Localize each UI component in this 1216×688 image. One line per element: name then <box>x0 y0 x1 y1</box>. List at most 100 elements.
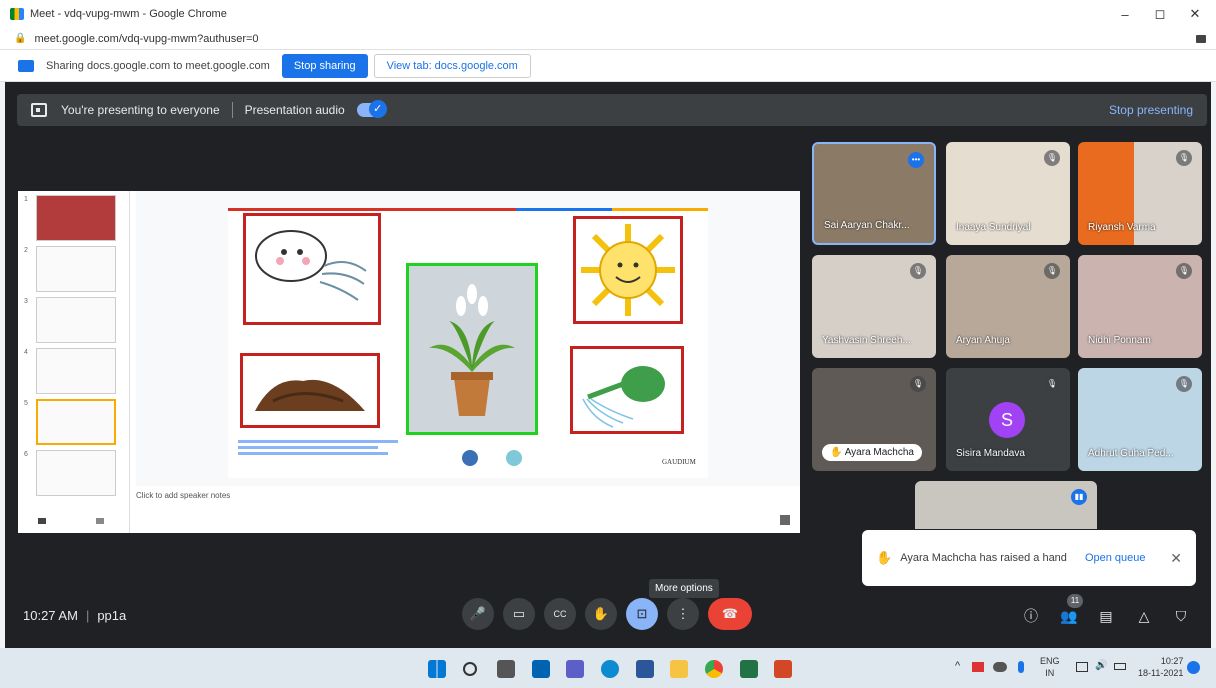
excel-icon[interactable] <box>740 660 758 678</box>
open-queue-link[interactable]: Open queue <box>1085 552 1146 564</box>
notification-text: Ayara Machcha has raised a hand <box>900 552 1067 564</box>
participant-name: Aryan Ahuja <box>956 335 1010 346</box>
participant-tile[interactable]: 🎙 Aryan Ahuja <box>946 255 1070 358</box>
speaking-indicator-icon: ▮▮ <box>1071 489 1087 505</box>
speaker-notes[interactable]: Click to add speaker notes <box>136 491 230 500</box>
slide-thumbnails: 1 2 3 4 5 6 <box>18 191 130 533</box>
language-indicator[interactable]: ENG IN <box>1040 655 1060 679</box>
more-options-icon[interactable]: ••• <box>908 152 924 168</box>
expand-icon[interactable] <box>780 515 790 525</box>
leave-call-button[interactable]: ☎ <box>708 598 752 630</box>
more-options-button[interactable]: ⋮ <box>667 598 699 630</box>
participant-name: Yashvasin Shreeh... <box>822 335 911 346</box>
start-icon[interactable] <box>428 660 446 678</box>
grid-view-icon[interactable] <box>38 518 46 524</box>
people-icon[interactable]: 👥 <box>1059 606 1079 626</box>
battery-icon[interactable] <box>1114 663 1126 670</box>
window-title-bar: Meet - vdq-vupg-mwm - Google Chrome – ◻ … <box>0 0 1216 28</box>
sun-icon <box>581 224 675 316</box>
meeting-time: 10:27 AM <box>23 608 78 623</box>
search-icon[interactable] <box>463 662 477 676</box>
windows-taskbar: ^ ENG IN 🔊 10:27 18-11-2021 <box>0 648 1216 688</box>
logo-icon <box>506 450 522 466</box>
slide-thumbnail[interactable] <box>36 450 116 496</box>
slide-thumbnail[interactable] <box>36 348 116 394</box>
slide-thumbnail[interactable] <box>36 246 116 292</box>
tray-app-icon[interactable] <box>972 662 984 672</box>
meeting-details-icon[interactable]: ⓘ <box>1021 606 1041 626</box>
chrome-icon[interactable] <box>705 660 723 678</box>
slide-thumbnail[interactable] <box>36 195 116 241</box>
close-icon[interactable]: ✕ <box>1170 550 1182 567</box>
activities-icon[interactable]: △ <box>1134 606 1154 626</box>
slide-canvas: GAUDIUM <box>136 191 800 486</box>
participant-tile[interactable]: 🎙 ✋ Ayara Machcha <box>812 368 936 471</box>
powerpoint-icon[interactable] <box>774 660 792 678</box>
more-options-tooltip: More options <box>649 579 719 598</box>
widgets-icon[interactable] <box>532 660 550 678</box>
mic-off-icon: 🎙 <box>1044 263 1060 279</box>
stop-sharing-button[interactable]: Stop sharing <box>281 53 368 78</box>
soil-picture <box>240 353 380 428</box>
participant-tile[interactable]: 🎙 Nidhi Ponnam <box>1078 255 1202 358</box>
raise-hand-button[interactable]: ✋ <box>585 598 617 630</box>
notification-icon[interactable] <box>1187 661 1200 674</box>
view-tab-button[interactable]: View tab: docs.google.com <box>373 53 531 78</box>
chat-icon[interactable]: ▤ <box>1096 606 1116 626</box>
thumb-number: 1 <box>24 196 28 203</box>
presentation-audio-label: Presentation audio <box>244 103 345 117</box>
mic-off-icon: 🎙 <box>1176 150 1192 166</box>
stop-presenting-button[interactable]: Stop presenting <box>1109 103 1193 117</box>
close-button[interactable]: ✕ <box>1178 0 1212 28</box>
self-view-tile[interactable]: ▮▮ <box>915 481 1097 529</box>
meet-window: You're presenting to everyone Presentati… <box>5 82 1211 648</box>
edge-icon[interactable] <box>601 660 619 678</box>
window-title: Meet - vdq-vupg-mwm - Google Chrome <box>30 8 227 20</box>
meeting-info: 10:27 AM | pp1a <box>23 608 126 623</box>
task-view-icon[interactable] <box>497 660 515 678</box>
mic-off-icon: 🎙 <box>910 263 926 279</box>
mic-off-icon: 🎙 <box>1044 376 1060 392</box>
participant-name: Riyansh Varma <box>1088 222 1156 233</box>
participant-tile[interactable]: 🎙 Yashvasin Shreeh... <box>812 255 936 358</box>
onedrive-icon[interactable] <box>993 662 1007 672</box>
participant-tile[interactable]: ••• Sai Aaryan Chakr... <box>812 142 936 245</box>
thumb-number: 3 <box>24 298 28 305</box>
filmstrip-view-icon[interactable] <box>96 518 104 524</box>
file-explorer-icon[interactable] <box>670 660 688 678</box>
sun-picture <box>573 216 683 324</box>
microphone-button[interactable]: 🎤 <box>462 598 494 630</box>
teams-icon[interactable] <box>566 660 584 678</box>
mic-off-icon: 🎙 <box>1176 263 1192 279</box>
camera-indicator-icon[interactable] <box>1196 34 1206 43</box>
participant-tile[interactable]: 🎙 Inaaya Sundriyal <box>946 142 1070 245</box>
present-now-button[interactable]: ⊡ <box>626 598 658 630</box>
participant-tile[interactable]: 🎙 Riyansh Varma <box>1078 142 1202 245</box>
host-controls-icon[interactable]: ⛉ <box>1171 606 1191 626</box>
clock[interactable]: 10:27 18-11-2021 <box>1138 655 1183 679</box>
mic-tray-icon[interactable] <box>1018 661 1024 673</box>
participant-tile[interactable]: 🎙 Adhrut Guha Ped... <box>1078 368 1202 471</box>
screen-share-icon <box>18 59 34 72</box>
camera-button[interactable]: ▭ <box>503 598 535 630</box>
plant-picture <box>406 263 538 435</box>
volume-icon[interactable]: 🔊 <box>1095 660 1107 671</box>
slide-thumbnail[interactable] <box>36 297 116 343</box>
soil-pile-icon <box>255 379 365 411</box>
address-bar[interactable]: 🔒 meet.google.com/vdq-vupg-mwm?authuser=… <box>0 28 1216 50</box>
participant-tile[interactable]: 🎙 S Sisira Mandava <box>946 368 1070 471</box>
mic-off-icon: 🎙 <box>1176 376 1192 392</box>
url-text[interactable]: meet.google.com/vdq-vupg-mwm?authuser=0 <box>34 33 258 45</box>
slide-top-line <box>228 208 708 211</box>
logo-icon <box>462 450 478 466</box>
maximize-button[interactable]: ◻ <box>1143 0 1177 28</box>
lock-icon: 🔒 <box>14 33 27 44</box>
thumb-number: 6 <box>24 451 28 458</box>
word-icon[interactable] <box>636 660 654 678</box>
slide-thumbnail-selected[interactable] <box>36 399 116 445</box>
presentation-audio-toggle[interactable] <box>356 100 387 118</box>
captions-button[interactable]: CC <box>544 598 576 630</box>
display-icon[interactable] <box>1076 662 1088 672</box>
tray-chevron-icon[interactable]: ^ <box>955 660 960 672</box>
minimize-button[interactable]: – <box>1108 0 1142 28</box>
